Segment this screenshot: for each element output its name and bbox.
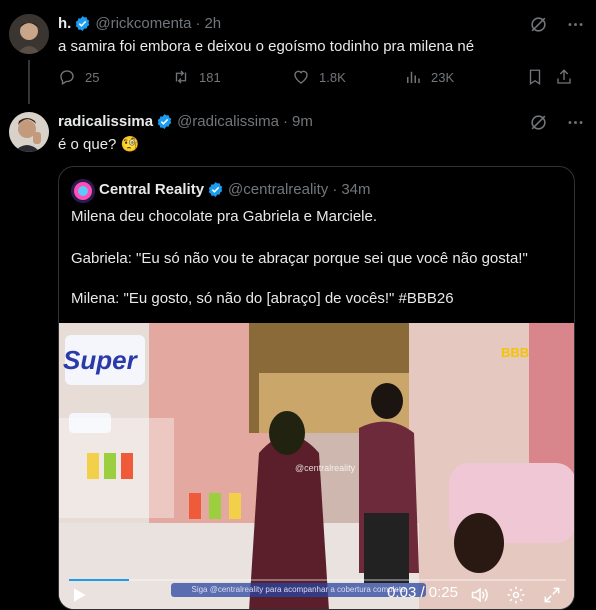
bookmark-icon [529, 69, 541, 86]
avatar-image [9, 14, 49, 54]
video-controls: Siga @centralreality para acompanhar a c… [59, 571, 574, 609]
reply-icon [60, 70, 74, 85]
share-button[interactable] [555, 68, 582, 86]
quote-text-line-3: Milena: "Eu gosto, só não do [abraço] de… [71, 290, 454, 307]
more-options-icon[interactable] [566, 15, 585, 34]
reply-count: 25 [85, 69, 100, 85]
retweet-button[interactable]: 181 [172, 68, 221, 86]
video-logo: BBB [501, 345, 530, 360]
display-name[interactable]: radicalissima [58, 113, 153, 130]
reply-button[interactable]: 25 [58, 68, 99, 86]
avatar-image [9, 112, 49, 152]
quote-display-name[interactable]: Central Reality [99, 181, 204, 198]
bookmark-button[interactable] [526, 68, 553, 86]
timestamp[interactable]: 2h [204, 15, 221, 32]
thread-line [28, 60, 30, 104]
handle[interactable]: @rickcomenta [95, 15, 191, 32]
tweet-rickcomenta[interactable]: h. @rickcomenta · 2h a samira foi embora… [0, 0, 596, 104]
handle[interactable]: @radicalissima [177, 113, 279, 130]
like-button[interactable]: 1.8K [292, 68, 346, 86]
tweet-actions: 25 181 1.8K 23K [58, 68, 578, 90]
quoted-tweet[interactable]: Central Reality @centralreality · 34m Mi… [58, 166, 575, 610]
quote-text-line-2: Gabriela: "Eu só não vou te abraçar porq… [71, 250, 528, 267]
tweet-header: h. @rickcomenta · 2h [58, 15, 221, 32]
brand-text: Super [63, 345, 137, 375]
heart-icon [294, 70, 308, 84]
volume-icon[interactable] [470, 585, 490, 605]
quote-handle: @centralreality [228, 181, 329, 198]
verified-badge-icon [208, 182, 223, 197]
fullscreen-icon[interactable] [542, 585, 562, 605]
settings-gear-icon[interactable] [506, 585, 526, 605]
tweet-top-icons [529, 113, 585, 132]
play-control [69, 585, 89, 605]
grok-icon[interactable] [529, 113, 548, 132]
quote-header: Central Reality @centralreality · 34m [99, 181, 371, 198]
like-count: 1.8K [319, 69, 346, 85]
views-button[interactable]: 23K [404, 68, 454, 86]
view-count: 23K [431, 69, 455, 85]
video-player[interactable]: Super BBB @centralreality Siga @centralr… [59, 323, 574, 609]
right-controls [470, 585, 562, 605]
separator-dot: · [282, 113, 288, 130]
tweet-text: a samira foi embora e deixou o egoísmo t… [58, 38, 475, 55]
video-progress-bar[interactable] [69, 579, 566, 581]
quote-avatar[interactable] [71, 179, 95, 203]
video-watermark: @centralreality [295, 463, 356, 473]
play-icon[interactable] [69, 585, 89, 605]
quote-text-line-1: Milena deu chocolate pra Gabriela e Marc… [71, 208, 377, 225]
avatar[interactable] [9, 14, 49, 54]
views-icon [407, 71, 420, 83]
share-icon [557, 69, 571, 84]
tweet-header: radicalissima @radicalissima · 9m [58, 113, 313, 130]
more-options-icon[interactable] [566, 113, 585, 132]
separator-dot: · [332, 181, 338, 198]
video-time-readout: 0:03 / 0:25 [387, 584, 458, 601]
tweet-top-icons [529, 15, 585, 34]
grok-icon[interactable] [529, 15, 548, 34]
display-name[interactable]: h. [58, 15, 71, 32]
quote-timestamp: 34m [341, 181, 371, 198]
tweet-text: é o que? 🧐 [58, 136, 140, 153]
retweet-icon [175, 70, 187, 84]
central-reality-logo-icon [71, 179, 95, 203]
avatar[interactable] [9, 112, 49, 152]
video-progress-fill [69, 579, 129, 581]
verified-badge-icon[interactable] [74, 15, 91, 32]
timestamp[interactable]: 9m [292, 113, 313, 130]
separator-dot: · [195, 15, 201, 32]
verified-badge-icon[interactable] [156, 113, 173, 130]
retweet-count: 181 [199, 69, 221, 85]
